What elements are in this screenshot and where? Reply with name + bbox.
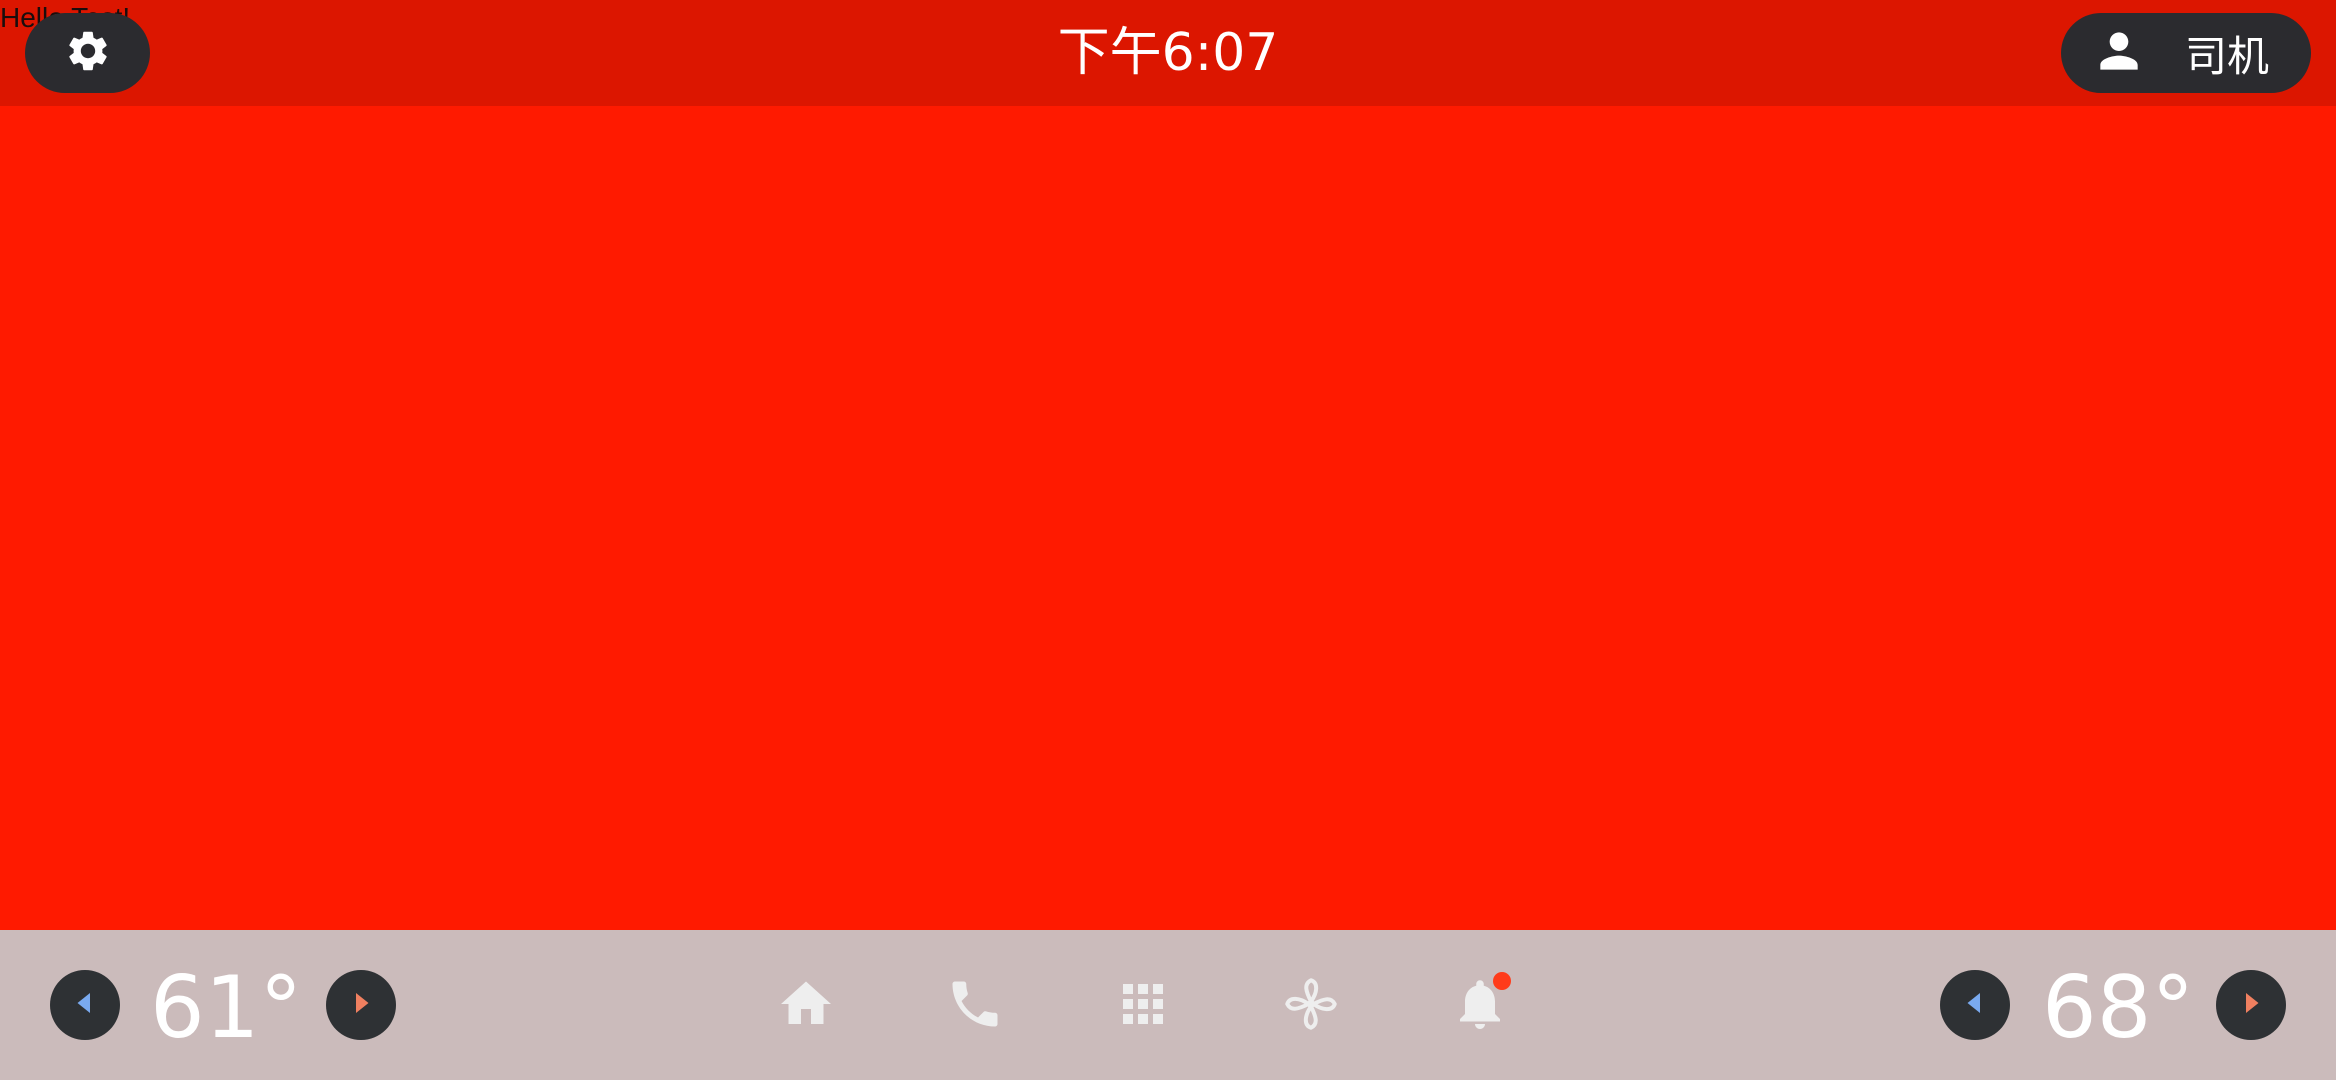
gear-icon <box>64 27 112 79</box>
left-temp-decrease-button[interactable] <box>50 970 120 1040</box>
settings-button[interactable] <box>25 13 150 93</box>
profile-button[interactable]: 司机 <box>2061 13 2311 93</box>
chevron-right-icon <box>346 988 376 1022</box>
right-temperature: 68° <box>2042 958 2195 1058</box>
right-temp-increase-button[interactable] <box>2216 970 2286 1040</box>
fan-icon <box>1281 974 1341 1038</box>
profile-label: 司机 <box>2185 31 2270 81</box>
home-button[interactable] <box>774 974 838 1038</box>
apps-button[interactable] <box>1111 974 1175 1038</box>
phone-icon <box>945 974 1005 1038</box>
status-bar: 下午6:07 <box>0 0 2336 106</box>
left-temp-increase-button[interactable] <box>326 970 396 1040</box>
chevron-left-icon <box>70 988 100 1022</box>
chevron-left-icon <box>1960 988 1990 1022</box>
apps-grid-icon <box>1113 974 1173 1038</box>
clock: 下午6:07 <box>1057 23 1279 83</box>
chevron-right-icon <box>2236 988 2266 1022</box>
home-icon <box>776 974 836 1038</box>
left-temperature: 61° <box>150 958 303 1058</box>
notification-badge <box>1493 972 1511 990</box>
person-icon <box>2091 23 2147 83</box>
climate-fan-button[interactable] <box>1279 974 1343 1038</box>
right-temp-decrease-button[interactable] <box>1940 970 2010 1040</box>
main-content-area <box>0 106 2336 930</box>
phone-button[interactable] <box>943 974 1007 1038</box>
